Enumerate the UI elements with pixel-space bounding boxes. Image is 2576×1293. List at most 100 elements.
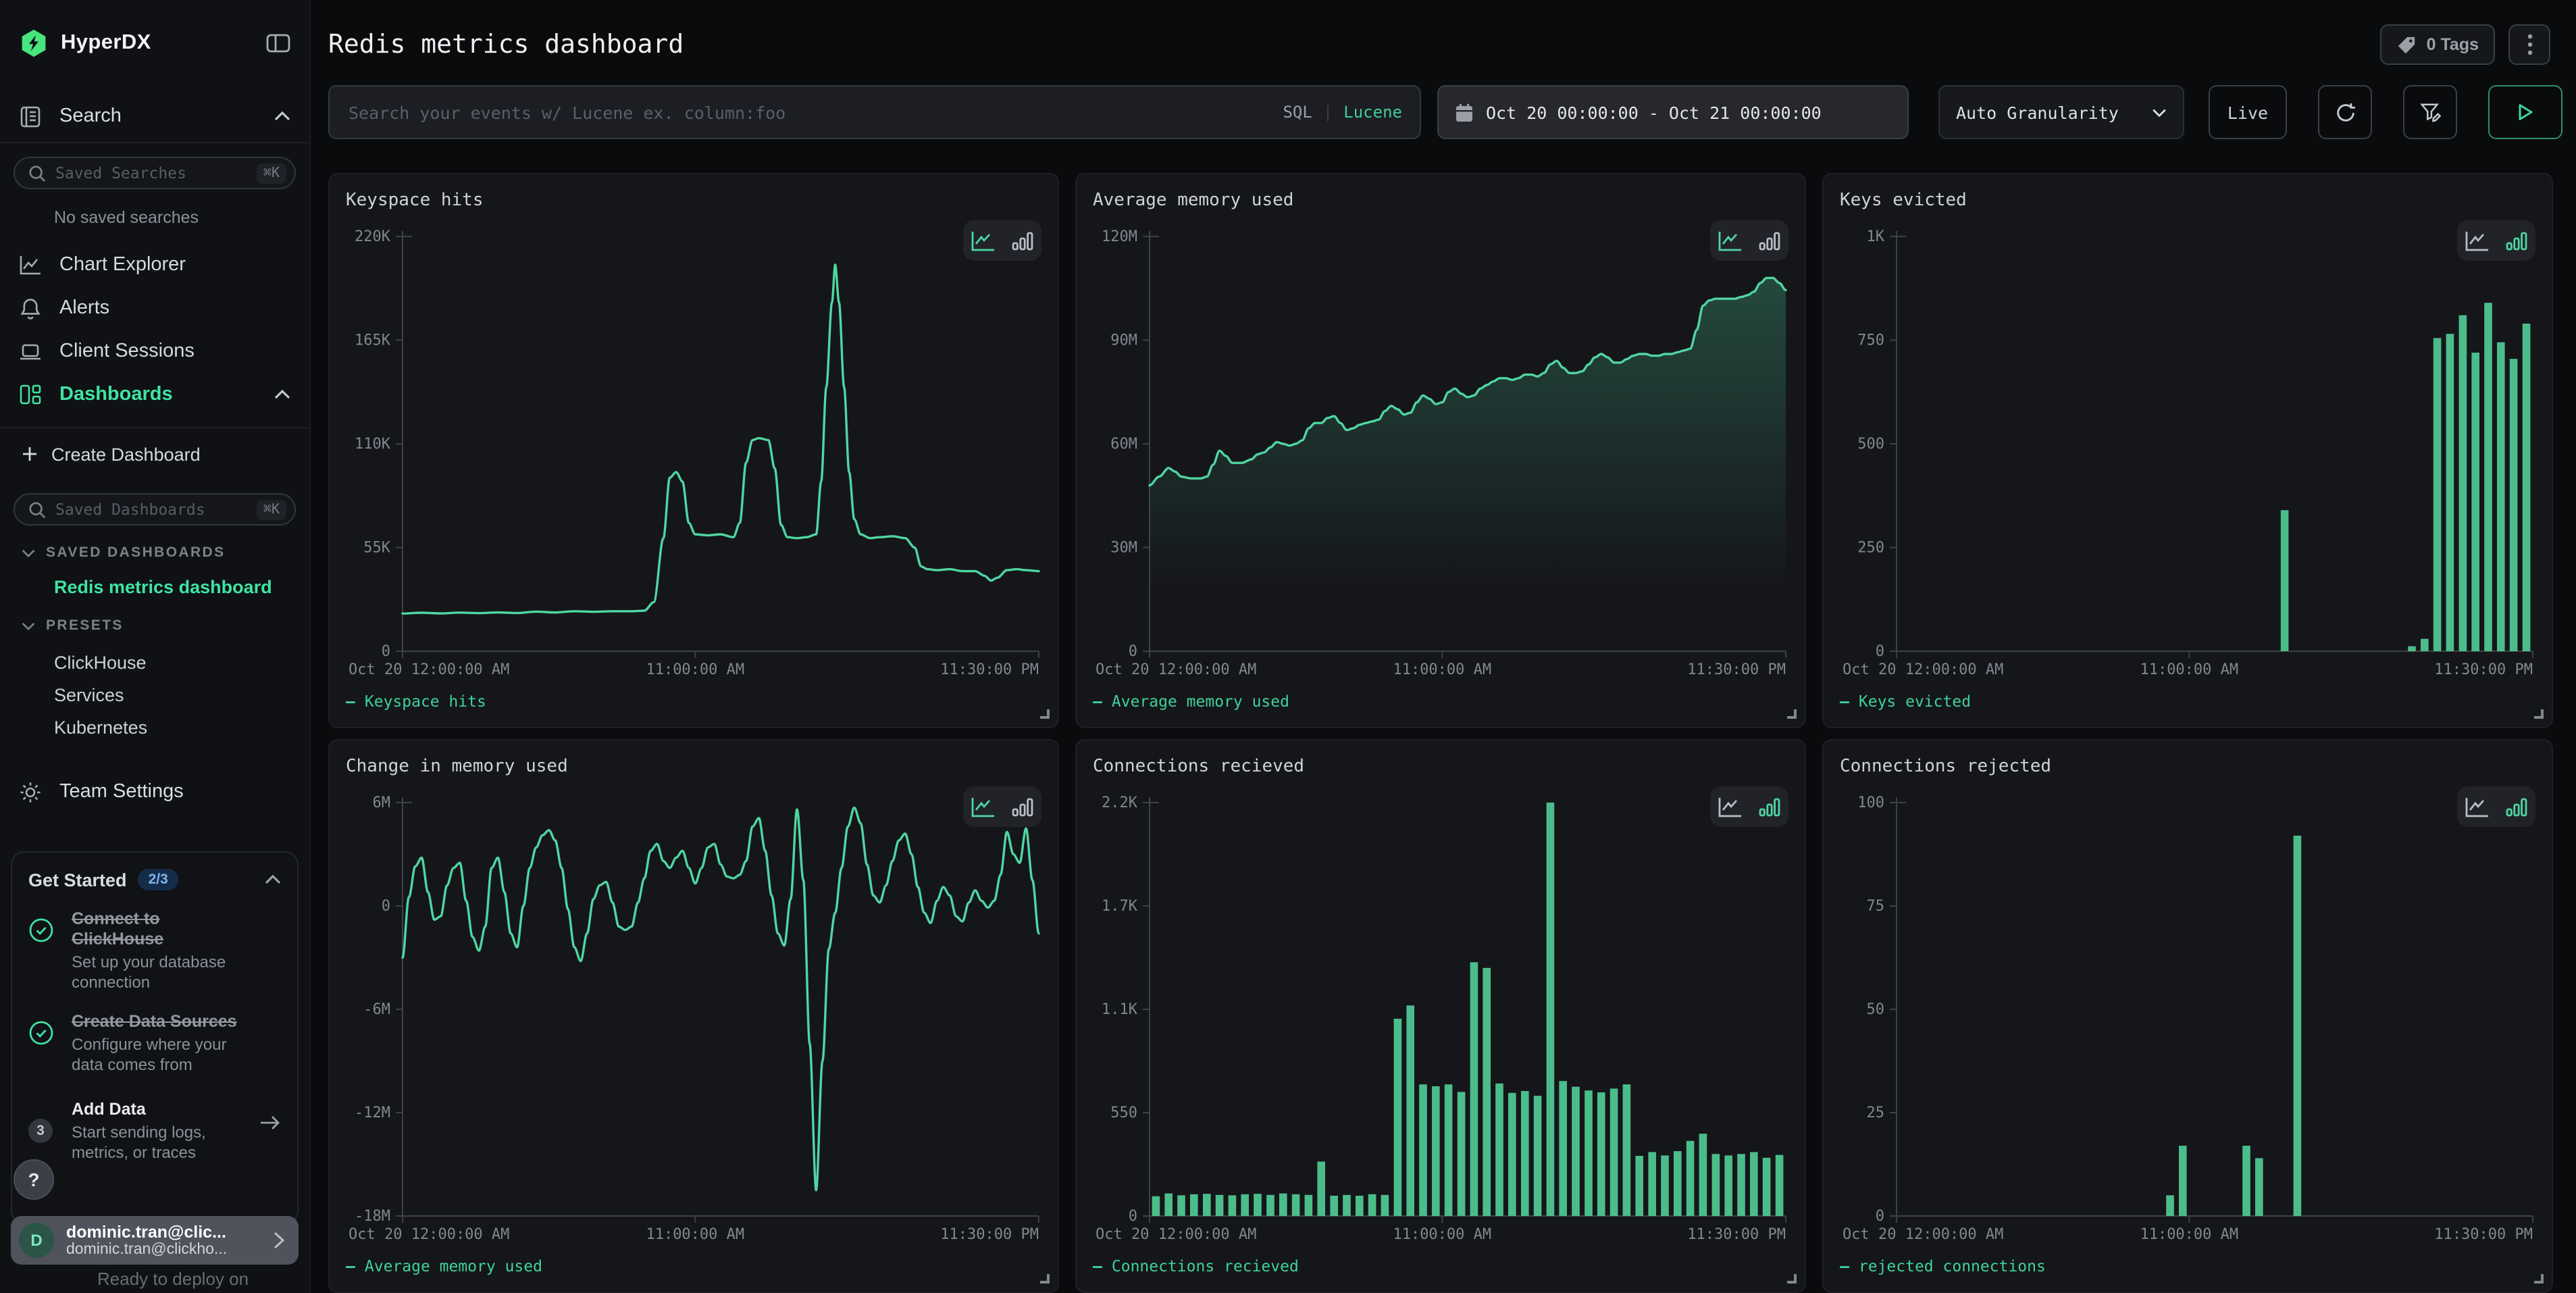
event-search-input[interactable] [330, 86, 1420, 138]
help-button[interactable]: ? [14, 1159, 54, 1200]
svg-text:1K: 1K [1867, 228, 1885, 245]
line-chart-toggle-icon[interactable] [1716, 795, 1743, 818]
chart-title: Connections recieved [1093, 757, 1788, 781]
get-started-header[interactable]: Get Started 2/3 [28, 869, 281, 890]
chart-plot-area[interactable]: 1007550250Oct 20 12:00:00 AM11:00:00 AM1… [1840, 786, 2535, 1251]
hyperdx-logo-icon [19, 28, 49, 58]
resize-handle-icon[interactable] [1040, 1274, 1050, 1284]
svg-text:750: 750 [1857, 332, 1884, 349]
sidebar-item-chart-explorer[interactable]: Chart Explorer [0, 243, 309, 286]
dashboards-icon [19, 384, 42, 405]
sidebar-item-dashboards[interactable]: Dashboards [0, 373, 309, 416]
cloud-promo-line2: ClickHouse Cloud? [97, 1290, 249, 1293]
sidebar-item-search[interactable]: Search [0, 97, 309, 143]
sidebar-item-label: Alerts [59, 297, 290, 319]
live-label: Live [2227, 102, 2268, 122]
bar-chart-toggle-icon[interactable] [2502, 795, 2529, 818]
sidebar-item-alerts[interactable]: Alerts [0, 286, 309, 330]
line-chart-toggle-icon[interactable] [2463, 229, 2490, 252]
sidebar-item-label: Dashboards [59, 384, 274, 405]
run-query-button[interactable] [2488, 85, 2562, 139]
chart-plot-area[interactable]: 6M0-6M-12M-18MOct 20 12:00:00 AM11:00:00… [346, 786, 1041, 1251]
shortcut-badge: ⌘K [257, 499, 286, 519]
resize-handle-icon[interactable] [2534, 1274, 2544, 1284]
sidebar-item-clickhouse[interactable]: ClickHouse [54, 647, 309, 680]
saved-dashboards-search[interactable]: ⌘K [14, 493, 296, 526]
line-chart-toggle-icon[interactable] [1716, 229, 1743, 252]
step-title: Add Data [72, 1100, 259, 1120]
chart-legend: —Average memory used [346, 1251, 1041, 1281]
step-title: Connect to ClickHouse [72, 909, 220, 950]
chart-plot-area[interactable]: 2.2K1.7K1.1K5500Oct 20 12:00:00 AM11:00:… [1093, 786, 1788, 1251]
saved-dashboards-input[interactable] [55, 500, 257, 519]
chart-type-toggle[interactable] [1710, 220, 1788, 261]
svg-text:110K: 110K [355, 436, 391, 453]
live-button[interactable]: Live [2209, 85, 2287, 139]
get-started-step-sources[interactable]: Create Data Sources Configure where your… [28, 1012, 281, 1075]
chart-type-toggle[interactable] [963, 220, 1041, 261]
resize-handle-icon[interactable] [1787, 709, 1797, 719]
svg-text:2.2K: 2.2K [1102, 794, 1138, 811]
date-range-picker[interactable]: Oct 20 00:00:00 - Oct 21 00:00:00 [1437, 85, 1909, 139]
saved-searches-search[interactable]: ⌘K [14, 157, 296, 189]
user-menu[interactable]: D dominic.tran@clic... dominic.tran@clic… [11, 1216, 299, 1265]
refresh-button[interactable] [2318, 85, 2372, 139]
cloud-promo-text: Ready to deploy on ClickHouse Cloud? [97, 1267, 249, 1293]
resize-handle-icon[interactable] [1040, 709, 1050, 719]
svg-text:Oct 20 12:00:00 AM: Oct 20 12:00:00 AM [349, 1226, 509, 1243]
chart-type-toggle[interactable] [2457, 220, 2535, 261]
chart-title: Keyspace hits [346, 191, 1041, 215]
chart-type-toggle[interactable] [2457, 786, 2535, 827]
svg-text:60M: 60M [1110, 436, 1137, 453]
step-desc: Configure where your data comes from [72, 1035, 254, 1075]
legend-swatch: — [1093, 692, 1102, 711]
chart-type-toggle[interactable] [963, 786, 1041, 827]
sidebar-collapse-button[interactable] [266, 32, 290, 54]
more-options-button[interactable] [2508, 24, 2550, 65]
chevron-right-icon [273, 1231, 285, 1250]
chart-plot-area[interactable]: 120M90M60M30M0Oct 20 12:00:00 AM11:00:00… [1093, 220, 1788, 686]
bar-chart-toggle-icon[interactable] [1755, 795, 1782, 818]
sql-mode-toggle[interactable]: SQL [1283, 103, 1312, 122]
step-number-badge: 3 [28, 1119, 53, 1143]
saved-dashboards-section[interactable]: SAVED DASHBOARDS [22, 542, 309, 563]
presets-section[interactable]: PRESETS [22, 615, 309, 636]
lucene-mode-toggle[interactable]: Lucene [1343, 103, 1402, 122]
toolbar: SQL | Lucene Oct 20 00:00:00 - Oct 21 00… [328, 85, 2556, 139]
tags-button[interactable]: 0 Tags [2381, 24, 2495, 65]
line-chart-toggle-icon[interactable] [2463, 795, 2490, 818]
sidebar-item-team-settings[interactable]: Team Settings [0, 769, 309, 815]
chart-plot-area[interactable]: 220K165K110K55K0Oct 20 12:00:00 AM11:00:… [346, 220, 1041, 686]
sidebar-item-kubernetes[interactable]: Kubernetes [54, 712, 309, 744]
svg-text:Oct 20 12:00:00 AM: Oct 20 12:00:00 AM [349, 661, 509, 678]
resize-handle-icon[interactable] [2534, 709, 2544, 719]
chevron-up-icon [265, 874, 281, 885]
get-started-step-connect[interactable]: Connect to ClickHouse Set up your databa… [28, 909, 281, 993]
granularity-select[interactable]: Auto Granularity [1938, 85, 2184, 139]
sidebar: HyperDX Search ⌘K No saved searches [0, 0, 311, 1293]
svg-text:11:00:00 AM: 11:00:00 AM [2140, 1226, 2238, 1243]
chart-legend: —Keys evicted [1840, 686, 2535, 716]
bar-chart-toggle-icon[interactable] [1755, 229, 1782, 252]
create-dashboard-label: Create Dashboard [51, 444, 201, 464]
sidebar-item-services[interactable]: Services [54, 680, 309, 712]
sidebar-item-redis-dashboard[interactable]: Redis metrics dashboard [54, 577, 309, 599]
chart-plot-area[interactable]: 1K7505002500Oct 20 12:00:00 AM11:00:00 A… [1840, 220, 2535, 686]
line-chart-toggle-icon[interactable] [969, 795, 996, 818]
saved-searches-input[interactable] [55, 163, 257, 182]
chart-type-toggle[interactable] [1710, 786, 1788, 827]
section-label: SAVED DASHBOARDS [46, 544, 226, 561]
bar-chart-toggle-icon[interactable] [1008, 229, 1035, 252]
filter-button[interactable] [2403, 85, 2457, 139]
bar-chart-toggle-icon[interactable] [2502, 229, 2529, 252]
create-dashboard-button[interactable]: Create Dashboard [0, 428, 309, 480]
legend-swatch: — [1093, 1257, 1102, 1275]
sidebar-item-client-sessions[interactable]: Client Sessions [0, 330, 309, 373]
get-started-step-add-data[interactable]: 3 Add Data Start sending logs, metrics, … [28, 1100, 281, 1163]
line-chart-toggle-icon[interactable] [969, 229, 996, 252]
sidebar-item-label: Client Sessions [59, 340, 290, 362]
resize-handle-icon[interactable] [1787, 1274, 1797, 1284]
dashboard-grid: Keyspace hits 220K165K110K55K0Oct 20 12:0… [328, 173, 2553, 1293]
event-search-box: SQL | Lucene [328, 85, 1421, 139]
bar-chart-toggle-icon[interactable] [1008, 795, 1035, 818]
